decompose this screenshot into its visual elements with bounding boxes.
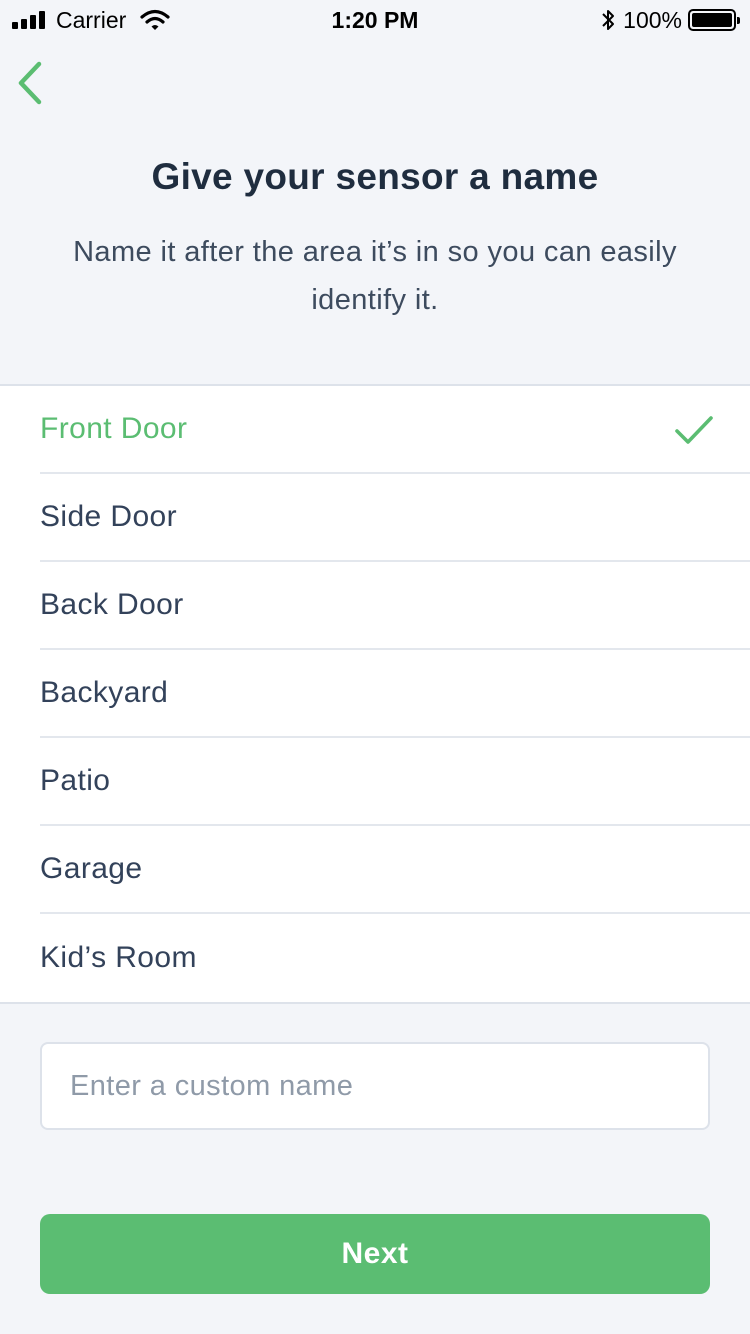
- bluetooth-icon: [602, 10, 615, 30]
- list-item-label: Front Door: [40, 412, 188, 445]
- screen: Carrier 1:20 PM 100% Give your sensor a …: [0, 0, 750, 1334]
- list-item-label: Patio: [40, 764, 111, 797]
- status-bar: Carrier 1:20 PM 100%: [0, 0, 750, 40]
- list-item-garage[interactable]: Garage: [40, 826, 750, 914]
- list-item-label: Garage: [40, 852, 143, 885]
- list-item-label: Side Door: [40, 500, 178, 533]
- list-item-back-door[interactable]: Back Door: [40, 562, 750, 650]
- list-item-patio[interactable]: Patio: [40, 738, 750, 826]
- list-item-side-door[interactable]: Side Door: [40, 474, 750, 562]
- checkmark-icon: [675, 416, 713, 444]
- custom-name-input[interactable]: [40, 1042, 710, 1130]
- page-subtitle: Name it after the area it’s in so you ca…: [73, 236, 677, 316]
- back-button[interactable]: [10, 58, 50, 108]
- chevron-left-icon: [18, 61, 42, 105]
- list-item-backyard[interactable]: Backyard: [40, 650, 750, 738]
- name-list: Front Door Side Door Back Door Backyard …: [0, 384, 750, 1004]
- list-item-label: Kid’s Room: [40, 941, 197, 974]
- battery-icon: [688, 9, 740, 31]
- list-item-label: Back Door: [40, 588, 184, 621]
- next-button[interactable]: Next: [40, 1214, 710, 1294]
- list-item-label: Backyard: [40, 676, 169, 709]
- list-item-kids-room[interactable]: Kid’s Room: [40, 914, 750, 1002]
- battery-percent: 100%: [623, 6, 682, 33]
- page-title: Give your sensor a name: [151, 156, 599, 197]
- list-item-front-door[interactable]: Front Door: [40, 386, 750, 474]
- status-right: 100%: [601, 6, 740, 34]
